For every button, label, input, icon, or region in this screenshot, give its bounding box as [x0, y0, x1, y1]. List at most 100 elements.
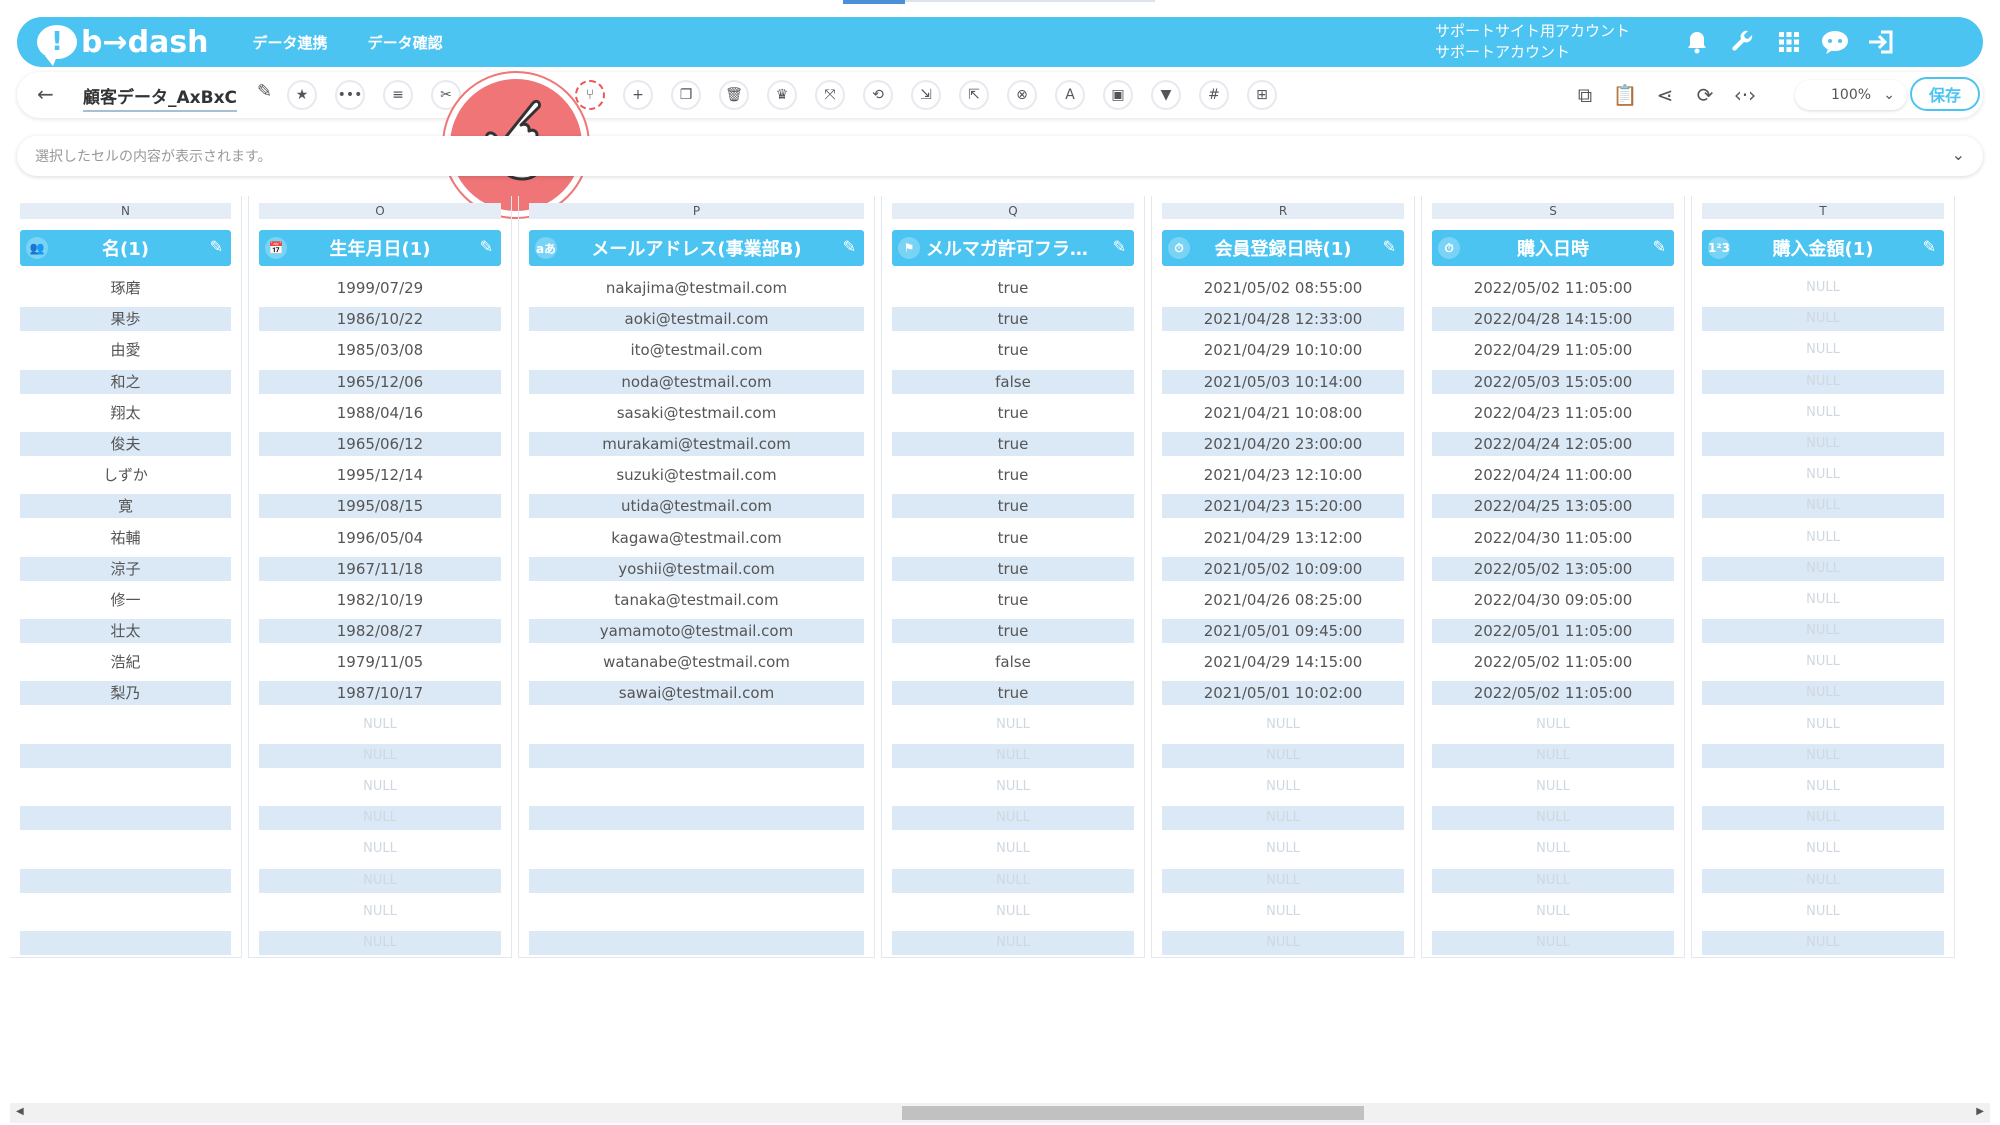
- table-cell[interactable]: 1986/10/22: [259, 307, 501, 332]
- table-cell[interactable]: 翔太: [20, 401, 231, 425]
- table-cell[interactable]: 果歩: [20, 307, 231, 332]
- table-cell[interactable]: NULL: [1702, 401, 1944, 425]
- table-cell[interactable]: NULL: [1702, 588, 1944, 612]
- table-cell[interactable]: 1965/12/06: [259, 369, 501, 394]
- filter-icon[interactable]: ▼: [1151, 80, 1181, 110]
- table-cell[interactable]: NULL: [1162, 900, 1404, 924]
- scroll-left-icon[interactable]: ◀: [16, 1106, 24, 1117]
- table-cell[interactable]: NULL: [892, 837, 1134, 861]
- table-cell[interactable]: NULL: [1432, 775, 1674, 799]
- refresh-icon[interactable]: ⟳: [1690, 80, 1720, 110]
- table-cell[interactable]: [20, 743, 231, 768]
- table-cell[interactable]: 2022/04/30 09:05:00: [1432, 588, 1674, 612]
- copy-icon[interactable]: ❐: [671, 80, 701, 110]
- table-cell[interactable]: NULL: [1702, 930, 1944, 955]
- table-cell[interactable]: 涼子: [20, 556, 231, 581]
- table-cell[interactable]: [529, 743, 864, 768]
- table-cell[interactable]: [529, 806, 864, 831]
- column-letter[interactable]: R: [1162, 203, 1404, 219]
- table-cell[interactable]: NULL: [1702, 307, 1944, 332]
- table-cell[interactable]: 2021/04/29 13:12:00: [1162, 526, 1404, 550]
- trash-icon[interactable]: 🗑: [719, 80, 749, 110]
- share-icon[interactable]: ⋖: [1650, 80, 1680, 110]
- table-cell[interactable]: [20, 775, 231, 799]
- table-cell[interactable]: true: [892, 556, 1134, 581]
- table-cell[interactable]: 2021/04/29 14:15:00: [1162, 650, 1404, 674]
- table-cell[interactable]: NULL: [1432, 900, 1674, 924]
- edit-column-pencil-icon[interactable]: ✎: [1653, 237, 1666, 256]
- wrench-icon[interactable]: [1727, 26, 1759, 58]
- column-header[interactable]: ⚑ メルマガ許可フラグ… ✎: [892, 230, 1134, 266]
- bell-icon[interactable]: [1681, 26, 1713, 58]
- table-cell[interactable]: true: [892, 401, 1134, 425]
- more-icon[interactable]: •••: [335, 80, 365, 110]
- table-cell[interactable]: true: [892, 526, 1134, 550]
- table-cell[interactable]: [20, 868, 231, 893]
- column-header[interactable]: ⏱ 会員登録日時(1) ✎: [1162, 230, 1404, 266]
- table-cell[interactable]: NULL: [1702, 837, 1944, 861]
- table-cell[interactable]: 2022/05/02 13:05:00: [1432, 556, 1674, 581]
- table-cell[interactable]: NULL: [1702, 276, 1944, 300]
- table-cell[interactable]: true: [892, 338, 1134, 362]
- table-cell[interactable]: sawai@testmail.com: [529, 681, 864, 706]
- horizontal-scrollbar[interactable]: ◀ ▶: [10, 1103, 1990, 1123]
- table-cell[interactable]: NULL: [1702, 494, 1944, 519]
- table-cell[interactable]: NULL: [1702, 619, 1944, 644]
- table-cell[interactable]: 2021/04/21 10:08:00: [1162, 401, 1404, 425]
- logout-icon[interactable]: [1865, 26, 1897, 58]
- table-cell[interactable]: aoki@testmail.com: [529, 307, 864, 332]
- table-cell[interactable]: 2021/04/29 10:10:00: [1162, 338, 1404, 362]
- table-cell[interactable]: true: [892, 463, 1134, 487]
- table-cell[interactable]: NULL: [1432, 806, 1674, 831]
- merge-icon[interactable]: ⑂: [575, 80, 605, 110]
- table-cell[interactable]: NULL: [1432, 713, 1674, 737]
- table-cell[interactable]: NULL: [1702, 900, 1944, 924]
- table-cell[interactable]: 2021/04/28 12:33:00: [1162, 307, 1404, 332]
- table-cell[interactable]: [529, 837, 864, 861]
- table-cell[interactable]: [20, 806, 231, 831]
- table-cell[interactable]: NULL: [1702, 556, 1944, 581]
- column-letter[interactable]: O: [259, 203, 501, 219]
- table-cell[interactable]: 浩紀: [20, 650, 231, 674]
- dataset-name[interactable]: 顧客データ_AxBxC: [83, 83, 238, 112]
- table-cell[interactable]: 2022/05/02 11:05:00: [1432, 650, 1674, 674]
- table-cell[interactable]: murakami@testmail.com: [529, 431, 864, 456]
- box-icon[interactable]: ▣: [1103, 80, 1133, 110]
- table-cell[interactable]: true: [892, 494, 1134, 519]
- column-header[interactable]: ⏱ 購入日時 ✎: [1432, 230, 1674, 266]
- table-cell[interactable]: 2021/05/02 10:09:00: [1162, 556, 1404, 581]
- hash-icon[interactable]: #: [1199, 80, 1229, 110]
- chevron-down-icon[interactable]: ⌄: [1952, 145, 1965, 164]
- import-icon[interactable]: ⇲: [911, 80, 941, 110]
- table-cell[interactable]: 1995/08/15: [259, 494, 501, 519]
- edit-column-pencil-icon[interactable]: ✎: [1383, 237, 1396, 256]
- table-cell[interactable]: NULL: [892, 806, 1134, 831]
- table-cell[interactable]: NULL: [1702, 369, 1944, 394]
- table-cell[interactable]: [529, 713, 864, 737]
- table-cell[interactable]: 2022/04/30 11:05:00: [1432, 526, 1674, 550]
- table-cell[interactable]: NULL: [1162, 743, 1404, 768]
- table-cell[interactable]: NULL: [1162, 713, 1404, 737]
- translate-icon[interactable]: A: [1055, 80, 1085, 110]
- repeat-icon[interactable]: ⟲: [863, 80, 893, 110]
- code-icon[interactable]: ‹·›: [1730, 80, 1760, 110]
- table-cell[interactable]: NULL: [1702, 681, 1944, 706]
- table-cell[interactable]: ito@testmail.com: [529, 338, 864, 362]
- table-cell[interactable]: utida@testmail.com: [529, 494, 864, 519]
- save-button[interactable]: 保存: [1910, 77, 1980, 111]
- table-cell[interactable]: 1967/11/18: [259, 556, 501, 581]
- table-cell[interactable]: 2021/04/20 23:00:00: [1162, 431, 1404, 456]
- table-cell[interactable]: [529, 900, 864, 924]
- table-cell[interactable]: NULL: [1702, 526, 1944, 550]
- scrollbar-thumb[interactable]: [902, 1106, 1364, 1120]
- table-cell[interactable]: 2021/05/01 09:45:00: [1162, 619, 1404, 644]
- table-cell[interactable]: noda@testmail.com: [529, 369, 864, 394]
- column-letter[interactable]: T: [1702, 203, 1944, 219]
- table-cell[interactable]: false: [892, 369, 1134, 394]
- table-cell[interactable]: true: [892, 588, 1134, 612]
- column-header[interactable]: 📅 生年月日(1) ✎: [259, 230, 501, 266]
- table-cell[interactable]: NULL: [259, 775, 501, 799]
- table-cell[interactable]: 壮太: [20, 619, 231, 644]
- table-cell[interactable]: [20, 837, 231, 861]
- column-header[interactable]: 1²3 購入金額(1) ✎: [1702, 230, 1944, 266]
